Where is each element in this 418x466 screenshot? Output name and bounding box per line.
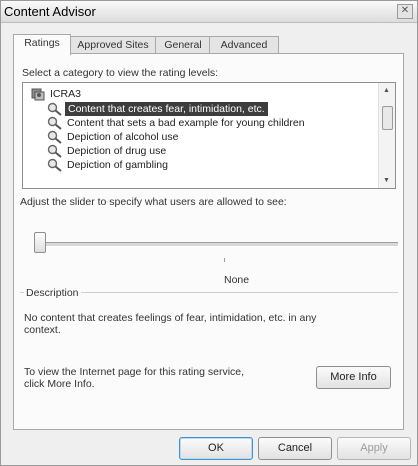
window-title: Content Advisor [4,4,96,19]
slider-tick [224,258,225,262]
scroll-thumb[interactable] [382,106,393,130]
tree-item-label: Depiction of alcohol use [67,131,179,143]
magnifier-icon [47,116,62,130]
ok-button[interactable]: OK [179,437,253,460]
magnifier-icon [47,158,62,172]
magnifier-icon [47,102,62,116]
tab-approved-sites[interactable]: Approved Sites [69,36,157,54]
scroll-up-icon[interactable]: ▲ [381,85,392,96]
info-text-line-1: To view the Internet page for this ratin… [24,366,245,378]
tree-item-label: Depiction of drug use [67,145,167,157]
rating-system-icon [31,88,45,101]
magnifier-icon [47,130,62,144]
description-text-line-2: context. [24,324,61,336]
tree-item-label: Depiction of gambling [67,159,168,171]
magnifier-icon [47,144,62,158]
ratings-panel: Select a category to view the rating lev… [13,53,404,430]
description-text-line-1: No content that creates feelings of fear… [24,312,317,324]
apply-button[interactable]: Apply [337,437,411,460]
tree-item-label: Content that creates fear, intimidation,… [65,102,268,116]
tree-item-label: Content that sets a bad example for youn… [67,117,305,129]
category-tree[interactable]: ICRA3 Content that creates fear, intimid… [22,82,396,189]
title-bar: Content Advisor ✕ [1,1,417,23]
more-info-button[interactable]: More Info [316,366,391,389]
scroll-down-icon[interactable]: ▼ [381,175,392,186]
tree-scrollbar[interactable]: ▲ ▼ [378,83,395,188]
slider-level-label: None [224,274,250,286]
category-prompt: Select a category to view the rating lev… [22,67,219,79]
rating-slider-track[interactable] [34,242,398,247]
rating-slider-thumb[interactable] [34,232,46,253]
description-heading: Description [24,287,81,299]
slider-prompt: Adjust the slider to specify what users … [20,196,287,208]
tab-general[interactable]: General [155,36,211,54]
content-advisor-dialog: Content Advisor ✕ Ratings Approved Sites… [0,0,418,466]
tab-ratings[interactable]: Ratings [13,34,71,55]
tab-advanced[interactable]: Advanced [209,36,279,54]
close-icon[interactable]: ✕ [397,4,413,19]
info-text-line-2: click More Info. [24,378,95,390]
cancel-button[interactable]: Cancel [258,437,332,460]
tree-root-label: ICRA3 [50,88,81,100]
